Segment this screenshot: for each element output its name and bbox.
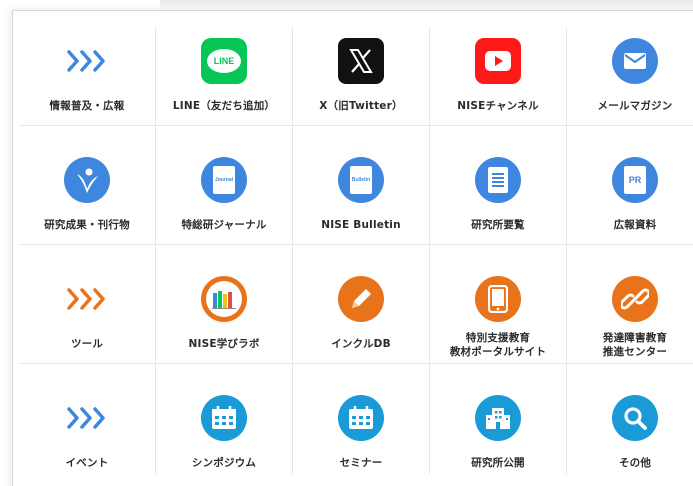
item-label: セミナー (339, 457, 383, 469)
mail-icon (611, 37, 659, 85)
item-developmental-disorder-center[interactable]: 発達障害教育 推進センター (567, 245, 693, 364)
item-label: NISEチャンネル (457, 100, 539, 112)
item-mail-magazine[interactable]: メールマガジン (567, 27, 693, 126)
item-label-line2: 推進センター (602, 346, 668, 358)
item-label: シンポジウム (191, 457, 257, 469)
item-label: 研究所公開 (471, 457, 525, 469)
item-pr-materials[interactable]: PR 広報資料 (567, 126, 693, 245)
top-shadow (160, 0, 693, 10)
item-label: インクルDB (331, 338, 391, 350)
item-label: ツール (70, 338, 104, 350)
journal-icon-text: Journal (214, 177, 234, 183)
bulletin-icon-text: Bulletin (351, 177, 371, 183)
item-label: 情報普及・広報 (49, 100, 125, 112)
item-tools[interactable]: ツール (19, 245, 156, 364)
link-icon (611, 275, 659, 323)
item-seminar[interactable]: セミナー (293, 364, 430, 474)
document-icon (474, 156, 522, 204)
x-logo-icon (337, 37, 385, 85)
search-icon (611, 394, 659, 442)
pr-icon: PR (611, 156, 659, 204)
item-label: 特別支援教育 教材ポータルサイト (450, 331, 546, 359)
item-label: NISE学びラボ (188, 338, 260, 350)
chevron-triple-icon (63, 275, 111, 323)
item-label: 研究成果・刊行物 (44, 219, 130, 231)
item-events[interactable]: イベント (19, 364, 156, 474)
chevron-triple-icon (63, 394, 111, 442)
item-journal[interactable]: Journal 特総研ジャーナル (156, 126, 293, 245)
pr-icon-text: PR (628, 175, 642, 185)
item-label: 広報資料 (613, 219, 657, 231)
item-youtube[interactable]: NISEチャンネル (430, 27, 567, 126)
link-grid: 情報普及・広報 LINE LINE（友だち追加） X（旧Twitter） NIS… (19, 27, 693, 474)
tablet-icon (474, 275, 522, 323)
item-label-line1: 発達障害教育 (602, 332, 668, 344)
item-label: その他 (618, 457, 652, 469)
nise-logo-icon (63, 156, 111, 204)
item-inclu-db[interactable]: インクルDB (293, 245, 430, 364)
item-symposium[interactable]: シンポジウム (156, 364, 293, 474)
bulletin-icon: Bulletin (337, 156, 385, 204)
pencil-icon (337, 275, 385, 323)
item-label: メールマガジン (597, 100, 673, 112)
youtube-icon (474, 37, 522, 85)
item-others[interactable]: その他 (567, 364, 693, 474)
books-icon (200, 275, 248, 323)
chevron-triple-icon (63, 37, 111, 85)
item-label: X（旧Twitter） (319, 100, 403, 112)
line-logo-icon: LINE (200, 37, 248, 85)
item-label: NISE Bulletin (321, 219, 401, 231)
journal-icon: Journal (200, 156, 248, 204)
item-x[interactable]: X（旧Twitter） (293, 27, 430, 126)
item-label: 研究所要覧 (471, 219, 525, 231)
item-line[interactable]: LINE LINE（友だち追加） (156, 27, 293, 126)
item-institute-overview[interactable]: 研究所要覧 (430, 126, 567, 245)
item-research-publications[interactable]: 研究成果・刊行物 (19, 126, 156, 245)
item-label: イベント (65, 457, 109, 469)
item-open-house[interactable]: 研究所公開 (430, 364, 567, 474)
calendar-icon (200, 394, 248, 442)
item-bulletin[interactable]: Bulletin NISE Bulletin (293, 126, 430, 245)
item-label: 特総研ジャーナル (181, 219, 267, 231)
calendar-icon (337, 394, 385, 442)
line-logo-text: LINE (213, 56, 235, 66)
building-icon (474, 394, 522, 442)
item-manabi-lab[interactable]: NISE学びラボ (156, 245, 293, 364)
item-info-publicity[interactable]: 情報普及・広報 (19, 27, 156, 126)
item-label: LINE（友だち追加） (172, 100, 276, 112)
item-label-line1: 特別支援教育 (465, 332, 531, 344)
item-label-line2: 教材ポータルサイト (449, 346, 547, 358)
item-teaching-materials-portal[interactable]: 特別支援教育 教材ポータルサイト (430, 245, 567, 364)
item-label: 発達障害教育 推進センター (603, 331, 667, 359)
